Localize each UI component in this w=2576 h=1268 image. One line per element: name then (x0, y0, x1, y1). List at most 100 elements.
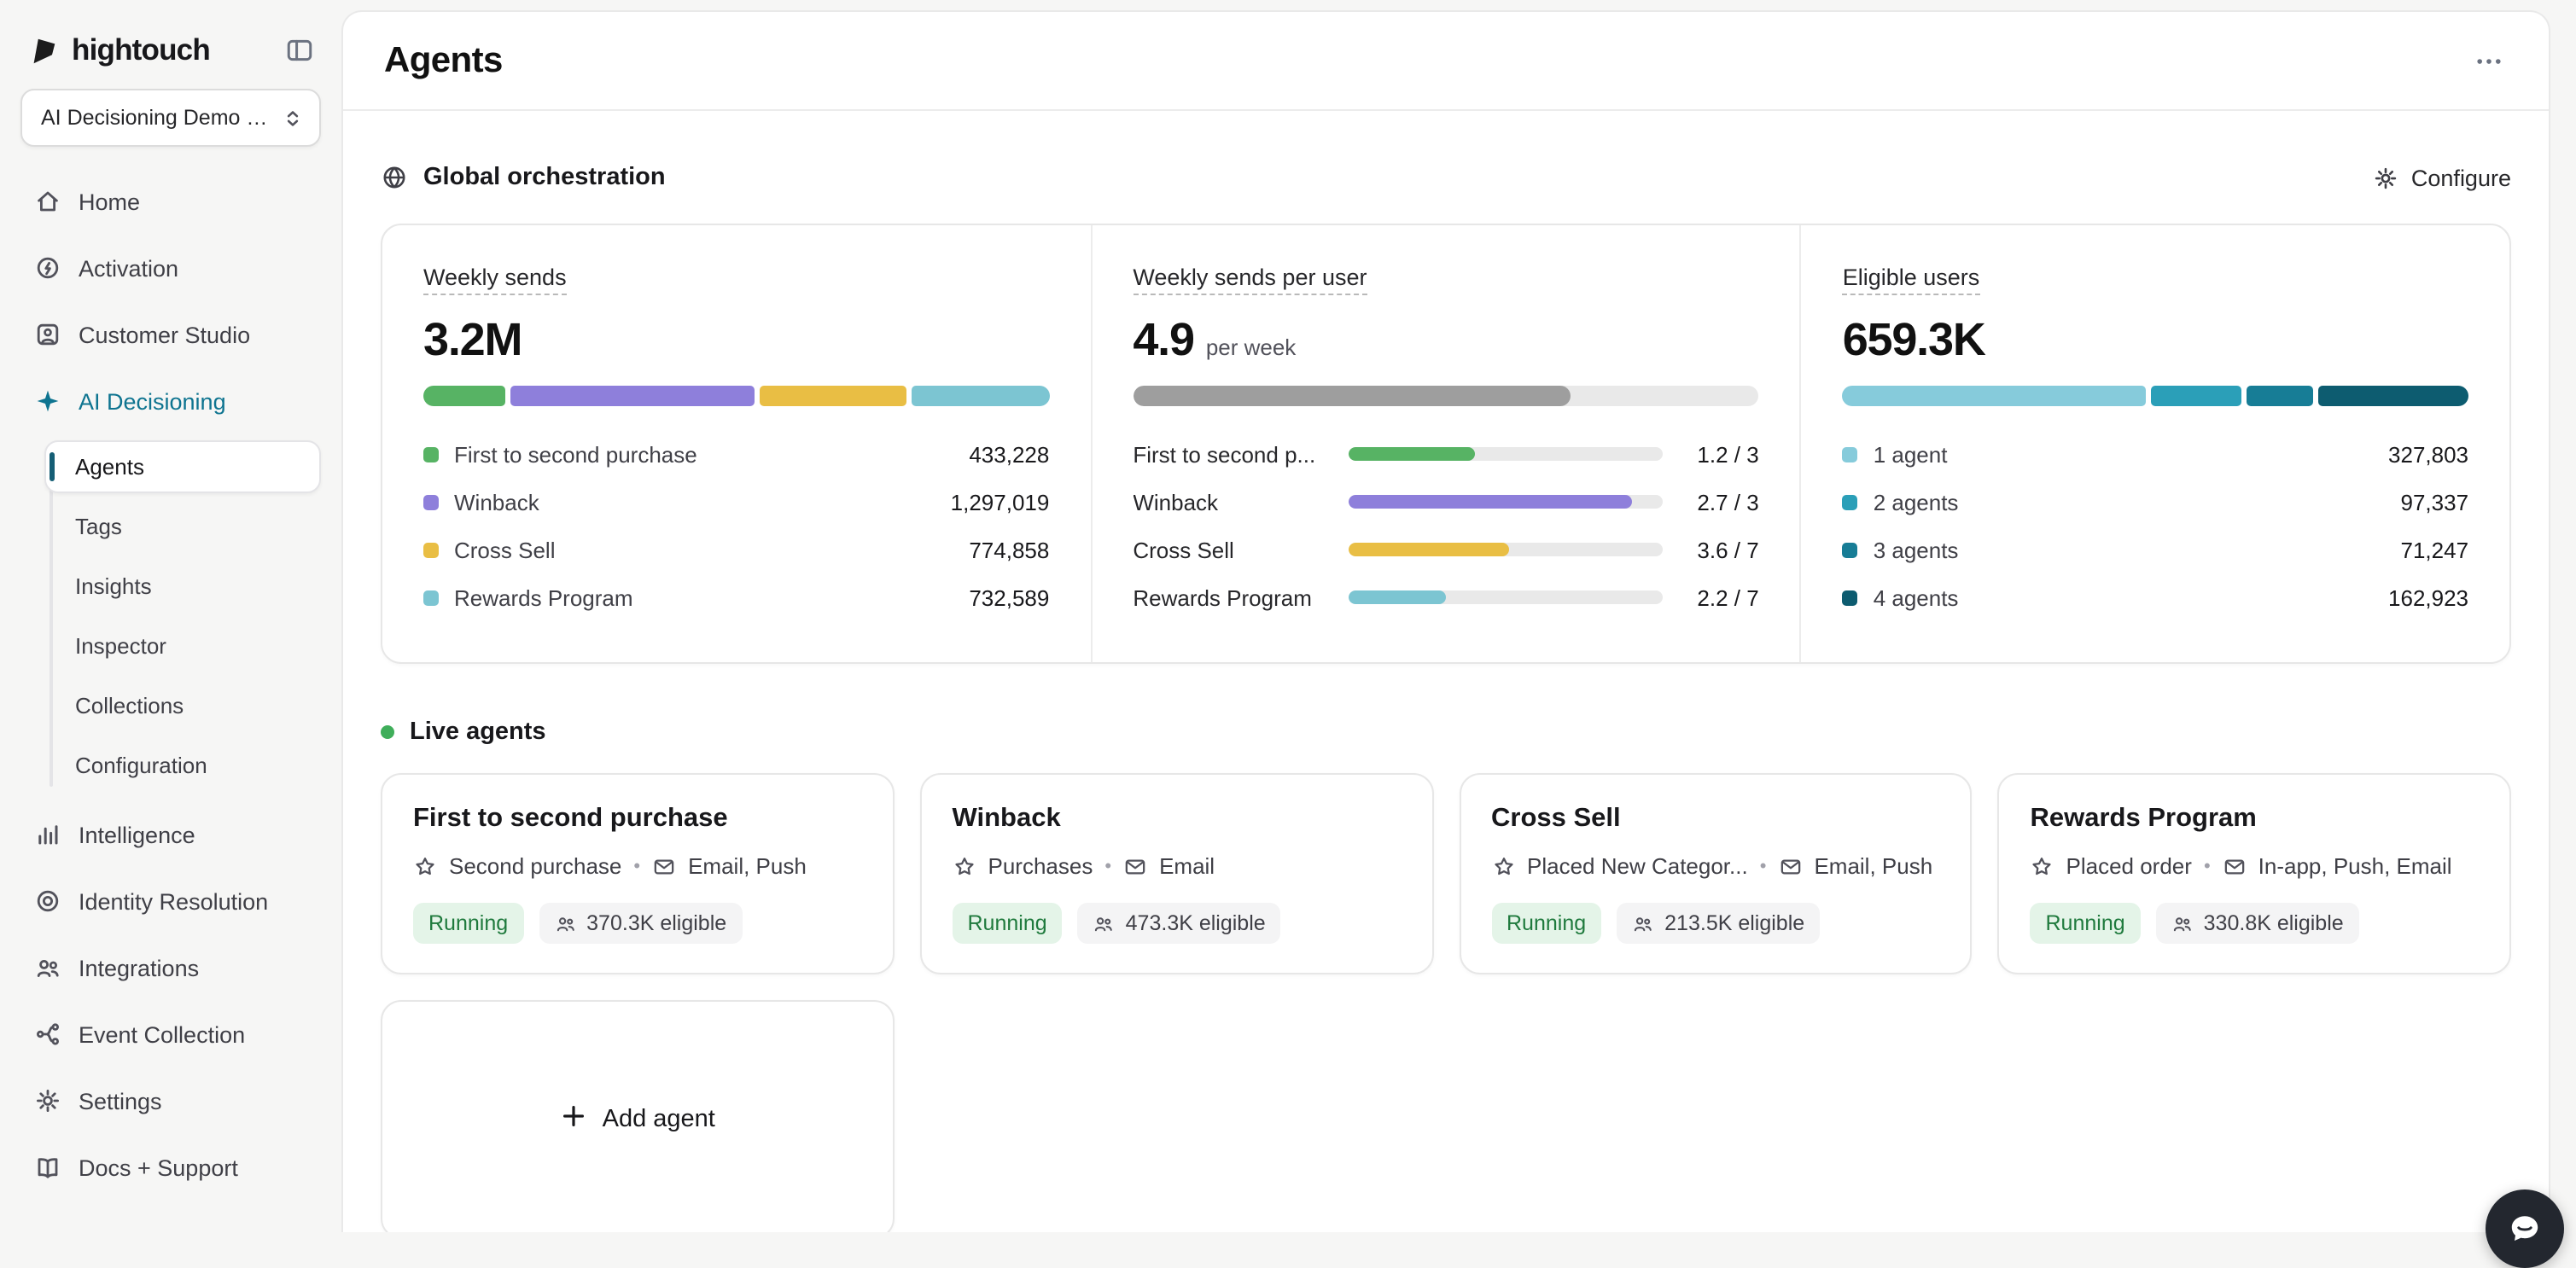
sidebar-subitem-agents[interactable]: Agents (44, 440, 321, 493)
per-agent-row: Cross Sell3.6 / 7 (1133, 526, 1758, 573)
agent-channels: In-app, Push, Email (2258, 853, 2452, 879)
legend-row: First to second purchase433,228 (423, 430, 1049, 478)
sidebar-item-integrations[interactable]: Integrations (20, 937, 321, 998)
sidebar-item-event-collection[interactable]: Event Collection (20, 1003, 321, 1065)
sidebar-item-label: Home (79, 189, 140, 214)
eligible-badge: 473.3K eligible (1078, 903, 1281, 944)
agent-card-rewards-program[interactable]: Rewards Program Placed order • In-app, P… (1998, 773, 2512, 974)
sends-per-user-suffix: per week (1206, 336, 1297, 358)
bar-segment (2247, 386, 2312, 406)
sidebar-subitem-label: Agents (75, 454, 144, 480)
sidebar-subitem-configuration[interactable]: Configuration (44, 739, 321, 792)
sidebar-subitem-label: Collections (75, 693, 184, 718)
panel-collapse-icon (285, 35, 314, 64)
agent-card-first-to-second-purchase[interactable]: First to second purchase Second purchase… (381, 773, 895, 974)
sends-per-user-title: Weekly sends per user (1133, 265, 1367, 295)
legend-row: Rewards Program732,589 (423, 573, 1049, 621)
agent-channels: Email, Push (688, 853, 807, 879)
meta-separator: • (2204, 856, 2211, 876)
row-bar (1348, 447, 1663, 461)
page-content: Global orchestration Configure Weekly se… (343, 111, 2549, 1232)
bar-segment (510, 386, 755, 406)
hightouch-logo: hightouch (27, 32, 210, 67)
ellipsis-icon (2474, 45, 2504, 76)
sidebar-item-ai-decisioning[interactable]: AI Decisioning (20, 370, 321, 432)
eligible-users-panel: Eligible users 659.3K 1 agent327,803 2 a… (1800, 225, 2509, 662)
sidebar-subitem-collections[interactable]: Collections (44, 679, 321, 732)
page-title: Agents (384, 40, 503, 81)
star-icon (413, 854, 437, 878)
legend-swatch (1843, 494, 1858, 509)
sidebar-item-activation[interactable]: Activation (20, 237, 321, 299)
people-icon (1632, 912, 1654, 934)
agent-meta: Purchases • Email (953, 853, 1402, 879)
agent-badges: Running 330.8K eligible (2031, 903, 2480, 944)
bar-segment (1843, 386, 2147, 406)
more-menu-button[interactable] (2470, 42, 2508, 79)
weekly-sends-value: 3.2M (423, 317, 1049, 364)
agent-name: First to second purchase (413, 804, 862, 835)
sidebar-subitem-label: Insights (75, 573, 152, 599)
sends-per-user-rows: First to second p...1.2 / 3 Winback2.7 /… (1133, 430, 1758, 621)
eligible-count: 370.3K eligible (586, 911, 726, 935)
per-agent-row: First to second p...1.2 / 3 (1133, 430, 1758, 478)
sidebar-subitem-insights[interactable]: Insights (44, 560, 321, 613)
globe-icon (381, 164, 408, 191)
agent-trigger: Purchases (988, 853, 1093, 879)
sidebar-item-label: Docs + Support (79, 1155, 238, 1180)
sidebar-subitem-inspector[interactable]: Inspector (44, 619, 321, 672)
agent-card-cross-sell[interactable]: Cross Sell Placed New Categor... • Email… (1459, 773, 1973, 974)
star-icon (1491, 854, 1515, 878)
page-header: Agents (343, 12, 2549, 111)
status-badge: Running (2031, 903, 2141, 944)
home-icon (34, 188, 61, 215)
global-orchestration-header: Global orchestration Configure (381, 148, 2511, 206)
eligible-count: 213.5K eligible (1664, 911, 1804, 935)
help-chat-button[interactable] (2486, 1189, 2564, 1268)
sidebar-item-docs-support[interactable]: Docs + Support (20, 1137, 321, 1198)
main-panel: Agents Global orchestration Configure (341, 10, 2550, 1232)
configure-button[interactable]: Configure (2374, 165, 2511, 190)
legend-swatch (1843, 446, 1858, 462)
legend-row: 1 agent327,803 (1843, 430, 2468, 478)
event-collection-icon (34, 1021, 61, 1048)
agent-meta: Second purchase • Email, Push (413, 853, 862, 879)
sidebar-item-settings[interactable]: Settings (20, 1070, 321, 1131)
agent-badges: Running 473.3K eligible (953, 903, 1402, 944)
sidebar-subitem-tags[interactable]: Tags (44, 500, 321, 553)
mail-icon (2223, 854, 2247, 878)
sidebar-item-intelligence[interactable]: Intelligence (20, 804, 321, 865)
legend-swatch (423, 590, 439, 605)
legend-row: Cross Sell774,858 (423, 526, 1049, 573)
workspace-selector[interactable]: AI Decisioning Demo - ... (20, 89, 321, 147)
collapse-sidebar-button[interactable] (282, 32, 318, 67)
row-bar (1348, 590, 1663, 604)
add-agent-button[interactable]: Add agent (381, 1000, 895, 1232)
row-bar (1348, 543, 1663, 556)
live-agents-header: Live agents (381, 715, 2511, 749)
agent-name: Rewards Program (2031, 804, 2480, 835)
eligible-badge: 213.5K eligible (1617, 903, 1820, 944)
app-root: hightouch AI Decisioning Demo - ... Home… (0, 0, 2576, 1232)
eligible-users-stacked-bar (1843, 386, 2468, 406)
per-agent-row: Winback2.7 / 3 (1133, 478, 1758, 526)
sidebar-item-identity-resolution[interactable]: Identity Resolution (20, 870, 321, 932)
legend-swatch (1843, 542, 1858, 557)
eligible-badge: 370.3K eligible (539, 903, 742, 944)
sends-per-user-bar (1133, 386, 1758, 406)
row-bar (1348, 495, 1663, 509)
agent-card-winback[interactable]: Winback Purchases • Email Running 473.3K… (920, 773, 1434, 974)
sidebar-item-customer-studio[interactable]: Customer Studio (20, 304, 321, 365)
per-agent-row: Rewards Program2.2 / 7 (1133, 573, 1758, 621)
sidebar-item-home[interactable]: Home (20, 171, 321, 232)
chat-bubble-icon (2504, 1208, 2545, 1249)
agent-badges: Running 370.3K eligible (413, 903, 862, 944)
mail-icon (1123, 854, 1147, 878)
weekly-sends-legend: First to second purchase433,228 Winback1… (423, 430, 1049, 621)
agent-name: Winback (953, 804, 1402, 835)
legend-row: 2 agents97,337 (1843, 478, 2468, 526)
weekly-sends-panel: Weekly sends 3.2M First to second purcha… (382, 225, 1090, 662)
ai-decisioning-subnav: Agents Tags Insights Inspector Collectio… (44, 440, 321, 792)
agent-badges: Running 213.5K eligible (1491, 903, 1940, 944)
section-title: Global orchestration (423, 164, 666, 191)
